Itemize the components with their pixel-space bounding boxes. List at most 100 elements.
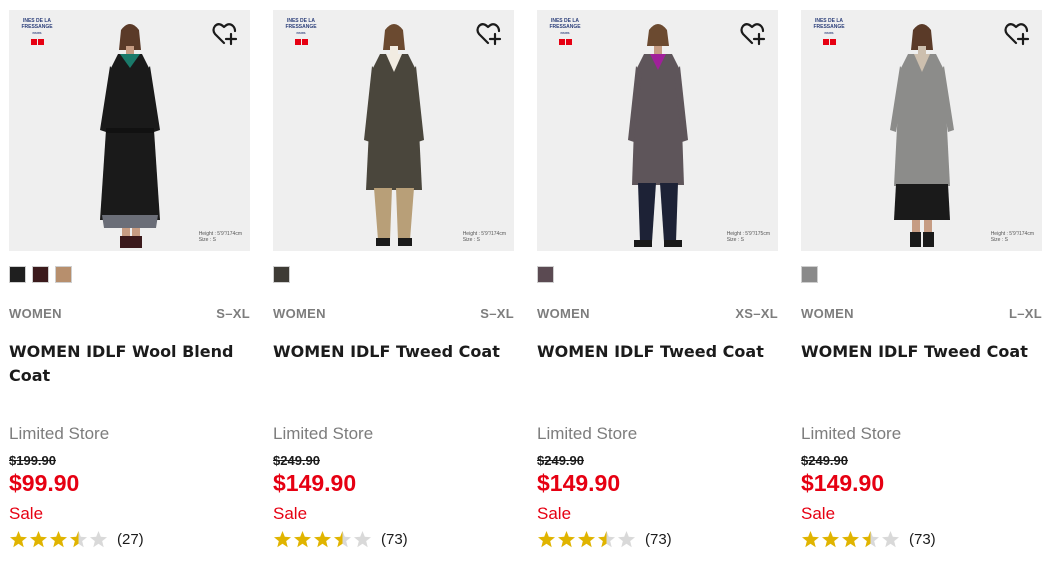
product-card[interactable]: INES DE LA FRESSANGE PARIS Height : 5'9"… [9, 10, 250, 565]
star-icon [558, 530, 575, 547]
color-swatch[interactable] [273, 266, 290, 283]
star-icon [882, 530, 899, 547]
rating[interactable]: (73) [537, 529, 672, 549]
uniqlo-logo [17, 39, 57, 45]
product-meta: WOMEN XS–XL [537, 306, 778, 322]
gender-label: WOMEN [801, 306, 854, 321]
star-icon [70, 530, 87, 547]
product-name[interactable]: WOMEN IDLF Tweed Coat [537, 340, 777, 364]
sale-price: $149.90 [537, 470, 621, 496]
model-size: Size : S [198, 237, 216, 243]
product-image[interactable]: INES DE LA FRESSANGE PARIS Height : 5'9"… [9, 10, 250, 251]
star-icon [598, 530, 615, 547]
star-icon [334, 530, 351, 547]
model-info: Height : 5'9"/174cm Size : S [463, 231, 506, 243]
availability-label: Limited Store [801, 424, 902, 443]
product-name[interactable]: WOMEN IDLF Wool Blend Coat [9, 340, 249, 388]
heart-plus-icon[interactable] [476, 22, 502, 46]
sale-price: $99.90 [9, 470, 80, 496]
star-icon [314, 530, 331, 547]
star-icon [294, 530, 311, 547]
product-name[interactable]: WOMEN IDLF Tweed Coat [801, 340, 1041, 364]
model-size: Size : S [990, 237, 1008, 243]
heart-plus-icon[interactable] [740, 22, 766, 46]
gender-label: WOMEN [9, 306, 62, 321]
color-swatches [801, 266, 818, 283]
star-icon [618, 530, 635, 547]
brand-name: INES DE LA FRESSANGE [285, 18, 317, 30]
star-icon [50, 530, 67, 547]
review-count: (73) [909, 530, 936, 548]
uniqlo-logo [545, 39, 585, 45]
product-meta: WOMEN S–XL [273, 306, 514, 322]
uniqlo-logo [809, 39, 849, 45]
star-icon [10, 530, 27, 547]
heart-plus-icon[interactable] [212, 22, 238, 46]
availability-label: Limited Store [273, 424, 374, 443]
brand-sub: PARIS [824, 31, 834, 35]
sale-price: $149.90 [273, 470, 357, 496]
rating[interactable]: (27) [9, 529, 144, 549]
size-range: L–XL [1009, 306, 1042, 321]
rating[interactable]: (73) [801, 529, 936, 549]
color-swatch[interactable] [537, 266, 554, 283]
product-image[interactable]: INES DE LA FRESSANGE PARIS Height : 5'9"… [273, 10, 514, 251]
star-icon [30, 530, 47, 547]
original-price: $249.90 [801, 453, 848, 468]
review-count: (73) [645, 530, 672, 548]
model-info: Height : 5'9"/174cm Size : S [991, 231, 1034, 243]
product-card[interactable]: INES DE LA FRESSANGE PARIS Height : 5'9"… [801, 10, 1042, 565]
star-icon [538, 530, 555, 547]
model-info: Height : 5'9"/174cm Size : S [199, 231, 242, 243]
star-icon [862, 530, 879, 547]
brand-sub: PARIS [296, 31, 306, 35]
color-swatch[interactable] [55, 266, 72, 283]
product-card[interactable]: INES DE LA FRESSANGE PARIS Height : 5'9"… [537, 10, 778, 565]
product-card[interactable]: INES DE LA FRESSANGE PARIS Height : 5'9"… [273, 10, 514, 565]
uniqlo-logo [281, 39, 321, 45]
original-price: $249.90 [537, 453, 584, 468]
product-image[interactable]: INES DE LA FRESSANGE PARIS Height : 5'9"… [801, 10, 1042, 251]
availability-label: Limited Store [9, 424, 110, 443]
brand-logo: INES DE LA FRESSANGE PARIS [809, 18, 849, 45]
sale-flag: Sale [801, 504, 836, 523]
original-price: $199.90 [9, 453, 56, 468]
model-photo [363, 24, 424, 246]
model-photo [889, 24, 954, 247]
sale-flag: Sale [537, 504, 572, 523]
brand-sub: PARIS [32, 31, 42, 35]
rating[interactable]: (73) [273, 529, 408, 549]
brand-logo: INES DE LA FRESSANGE PARIS [281, 18, 321, 45]
size-range: S–XL [216, 306, 250, 321]
star-icon [842, 530, 859, 547]
star-icon [802, 530, 819, 547]
model-photo [99, 24, 160, 248]
star-icon [354, 530, 371, 547]
model-size: Size : S [462, 237, 480, 243]
brand-logo: INES DE LA FRESSANGE PARIS [545, 18, 585, 45]
review-count: (73) [381, 530, 408, 548]
heart-plus-icon[interactable] [1004, 22, 1030, 46]
star-icon [578, 530, 595, 547]
color-swatch[interactable] [32, 266, 49, 283]
product-grid: INES DE LA FRESSANGE PARIS Height : 5'9"… [0, 0, 1053, 568]
review-count: (27) [117, 530, 144, 548]
availability-label: Limited Store [537, 424, 638, 443]
star-rating [537, 530, 636, 549]
product-image[interactable]: INES DE LA FRESSANGE PARIS Height : 5'9"… [537, 10, 778, 251]
product-name[interactable]: WOMEN IDLF Tweed Coat [273, 340, 513, 364]
brand-logo: INES DE LA FRESSANGE PARIS [17, 18, 57, 45]
star-icon [274, 530, 291, 547]
color-swatch[interactable] [9, 266, 26, 283]
color-swatches [537, 266, 554, 283]
model-size: Size : S [726, 237, 744, 243]
original-price: $249.90 [273, 453, 320, 468]
size-range: S–XL [480, 306, 514, 321]
model-photo [627, 24, 688, 247]
color-swatch[interactable] [801, 266, 818, 283]
star-rating [273, 530, 372, 549]
star-icon [90, 530, 107, 547]
brand-name: INES DE LA FRESSANGE [21, 18, 53, 30]
product-meta: WOMEN S–XL [9, 306, 250, 322]
size-range: XS–XL [735, 306, 778, 321]
